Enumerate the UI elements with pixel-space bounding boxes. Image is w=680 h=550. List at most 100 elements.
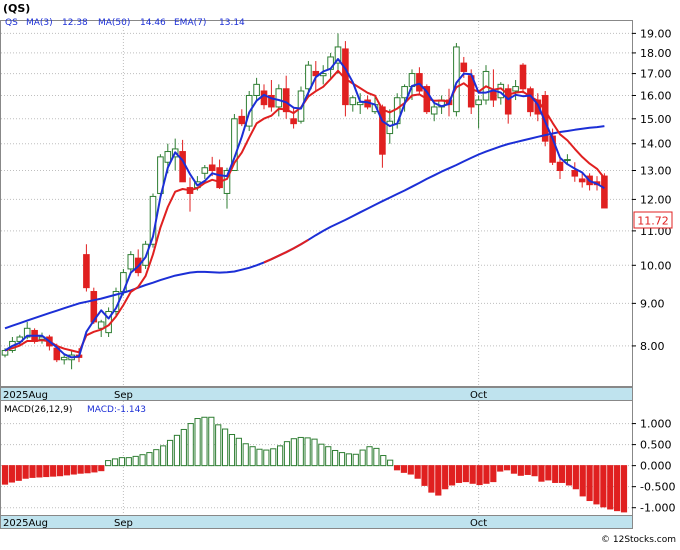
candle-body (305, 64, 312, 90)
legend-ma50-label: MA(50) (98, 18, 130, 28)
legend-symbol: QS (5, 18, 18, 28)
macd-bar (579, 465, 586, 497)
macd-bar (393, 465, 401, 471)
x-axis-label: 2025Aug (3, 518, 48, 529)
macd-bar (614, 465, 621, 512)
macd-bar (8, 465, 15, 483)
macd-bar (517, 465, 524, 476)
candle-body (216, 167, 223, 189)
macd-params-label: MACD(26,12,9) (4, 405, 72, 415)
macd-bar (208, 416, 215, 467)
macd-bar (270, 448, 277, 467)
candle-body (127, 254, 135, 270)
macd-bar (524, 465, 531, 475)
macd-bar (366, 446, 373, 467)
macd-bar (421, 465, 428, 486)
macd-bar (311, 438, 318, 467)
macd-bar (160, 445, 167, 467)
macd-bar (118, 457, 126, 467)
macd-bar (455, 465, 463, 483)
macd-bar (607, 465, 614, 510)
price-tick-label: 12.00 (640, 193, 672, 206)
price-tick-label: 16.00 (640, 89, 672, 102)
macd-bar (414, 465, 421, 479)
macd-bar (462, 465, 469, 483)
macd-bar (263, 449, 270, 467)
macd-bar (146, 452, 153, 467)
macd-bar (84, 465, 91, 474)
macd-bar (249, 446, 256, 467)
legend-ema7-value: 13.14 (219, 18, 245, 28)
candle-body (571, 170, 579, 177)
candle-body (60, 356, 68, 361)
macd-bar (586, 465, 593, 502)
candle-body (490, 90, 497, 101)
candle-body (578, 178, 586, 183)
macd-bar (559, 465, 566, 483)
candle-body (282, 88, 290, 113)
macd-bar (572, 465, 579, 490)
price-tick-label: 10.00 (640, 259, 672, 272)
macd-bar (325, 446, 332, 467)
candle-body (512, 86, 519, 92)
macd-bar (242, 443, 249, 467)
macd-bar (400, 465, 408, 473)
price-x-axis-band (0, 387, 633, 401)
macd-bar (63, 465, 71, 476)
macd-bar (476, 465, 483, 486)
macd-bar (352, 453, 359, 467)
candle-body (475, 99, 482, 106)
candle-body (601, 175, 608, 209)
macd-tick-label: 0.500 (640, 439, 672, 452)
macd-bar (503, 465, 511, 471)
macd-bar (332, 449, 339, 467)
macd-bar (166, 439, 174, 467)
macd-bar (77, 465, 84, 474)
macd-bar (345, 453, 352, 467)
candle-body (238, 115, 246, 125)
macd-bar (338, 452, 346, 467)
candle-body (379, 106, 386, 155)
candle-body (386, 120, 394, 135)
candle-body (208, 164, 216, 172)
macd-bar (70, 465, 77, 475)
stock-chart: 8.00 9.00 10.00 11.00 12.00 13.00 14.00 15.00 16… (0, 0, 680, 546)
macd-bar (407, 465, 414, 475)
candle-body (556, 161, 564, 172)
macd-bar (153, 449, 160, 467)
candle-body (164, 151, 172, 163)
price-tick-label: 18.00 (640, 47, 672, 60)
macd-bar (304, 437, 311, 467)
ticker-title: (QS) (3, 2, 30, 15)
macd-bar (194, 418, 201, 467)
macd-bar (98, 465, 105, 472)
macd-bar (139, 454, 146, 467)
macd-bar (469, 465, 476, 484)
x-axis-label: 2025Aug (3, 390, 48, 401)
candle-body (275, 88, 283, 108)
x-axis-label: Oct (470, 390, 487, 401)
macd-bar (593, 465, 600, 505)
candle-body (260, 90, 268, 106)
macd-bar (442, 465, 449, 490)
candle-body (460, 62, 468, 72)
macd-x-axis-band (0, 515, 633, 529)
macd-bar (448, 465, 456, 486)
legend-ma3-label: MA(3) (26, 18, 53, 28)
candle-body (564, 159, 571, 162)
x-axis-label: Oct (470, 518, 487, 529)
macd-tick-label: -0.500 (640, 481, 675, 494)
macd-bar (510, 465, 518, 474)
macd-bar (187, 423, 194, 467)
candle-body (179, 151, 186, 183)
macd-bar (620, 465, 628, 513)
macd-bar (201, 416, 208, 467)
macd-bar (545, 465, 552, 481)
chart-canvas: 8.009.0010.0011.0012.0013.0014.0015.0016… (0, 0, 680, 546)
macd-bar (318, 443, 325, 467)
macd-bar (215, 424, 222, 467)
macd-bar (180, 428, 187, 467)
legend-ema7-label: EMA(7) (174, 18, 206, 28)
macd-bar (173, 434, 181, 467)
candle-body (430, 106, 438, 115)
